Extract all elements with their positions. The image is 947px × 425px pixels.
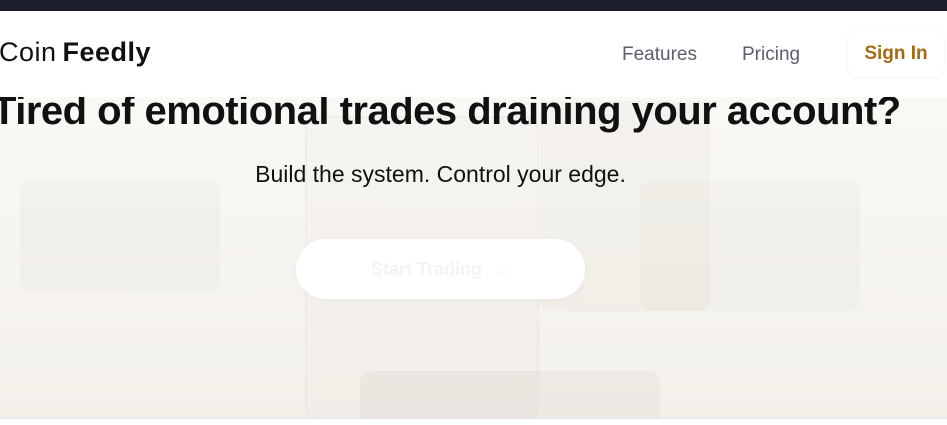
- sign-in-button[interactable]: Sign In: [848, 30, 944, 77]
- logo-text-bold: Feedly: [62, 37, 152, 67]
- brand-logo[interactable]: Coin Feedly: [0, 37, 151, 68]
- background-photo-shape: [20, 181, 220, 291]
- nav-link-pricing[interactable]: Pricing: [742, 44, 800, 66]
- section-divider: [0, 418, 947, 419]
- hero-subheadline: Build the system. Control your edge.: [255, 161, 626, 187]
- top-strip: [0, 0, 947, 11]
- cta-label: Start Trading: [370, 258, 482, 279]
- site-header: Coin Feedly Features Pricing Sign In: [0, 11, 947, 97]
- background-photo-shape: [360, 371, 660, 418]
- nav-link-features[interactable]: Features: [622, 44, 697, 66]
- logo-text-light: Coin: [0, 37, 57, 67]
- landing-page: Tired of emotional trades draining your …: [0, 0, 947, 425]
- arrow-right-icon: →: [492, 258, 510, 279]
- start-trading-button[interactable]: Start Trading →: [296, 239, 585, 299]
- background-photo-shape: [640, 181, 860, 311]
